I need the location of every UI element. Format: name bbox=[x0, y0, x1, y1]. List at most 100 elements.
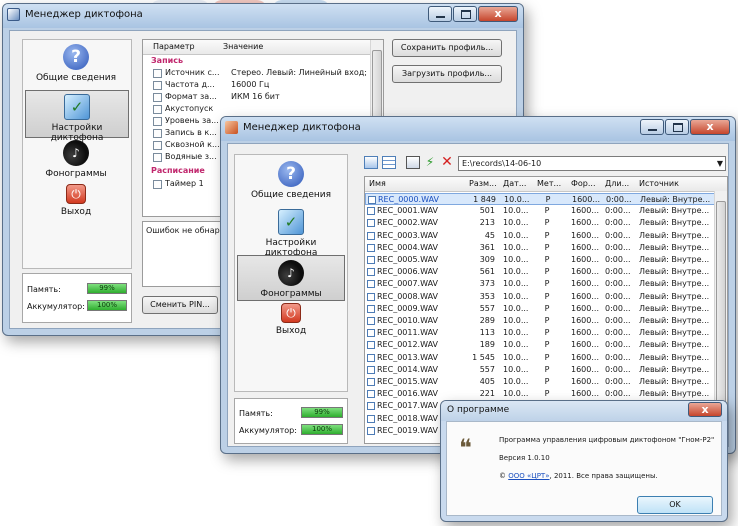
file-row[interactable]: REC_0008.WAV 353 10.0... P 1600... 0:00... Лев… bbox=[365, 291, 715, 303]
nav-general-info[interactable]: ? Общие сведения bbox=[239, 161, 343, 203]
maximize-button[interactable] bbox=[453, 6, 477, 22]
file-fmt: 1600... bbox=[571, 242, 599, 252]
title-bar[interactable]: Менеджер диктофона bbox=[3, 4, 523, 28]
ok-button[interactable]: OK bbox=[637, 496, 713, 514]
audio-file-icon bbox=[367, 219, 375, 228]
file-row[interactable]: REC_0015.WAV 405 10.0... P 1600... 0:00... Лев… bbox=[365, 376, 715, 388]
param-icon bbox=[153, 129, 162, 138]
close-button[interactable] bbox=[690, 119, 730, 135]
file-row[interactable]: REC_0012.WAV 189 10.0... P 1600... 0:00... Лев… bbox=[365, 339, 715, 351]
column-parameter[interactable]: Параметр bbox=[153, 42, 195, 51]
file-date: 10.0... bbox=[503, 303, 529, 313]
app-icon bbox=[7, 8, 20, 21]
file-fmt: 1600... bbox=[571, 377, 599, 386]
file-src: Левый: Внутре... bbox=[639, 242, 710, 252]
file-len: 0:00... bbox=[605, 279, 631, 289]
title-bar[interactable]: Менеджер диктофона bbox=[221, 117, 735, 141]
file-row[interactable]: REC_0002.WAV 213 10.0... P 1600... 0:00... Лев… bbox=[365, 217, 715, 229]
file-row[interactable]: REC_0010.WAV 289 10.0... P 1600... 0:00... Лев… bbox=[365, 315, 715, 327]
file-len: 0:00... bbox=[605, 352, 631, 362]
file-row[interactable]: REC_0007.WAV 373 10.0... P 1600... 0:00... Лев… bbox=[365, 278, 715, 290]
view-list-icon[interactable] bbox=[364, 156, 378, 169]
nav-exit[interactable]: ⏻ Выход bbox=[239, 303, 343, 339]
column-source[interactable]: Источник bbox=[639, 179, 679, 188]
file-mark: P bbox=[544, 316, 550, 325]
change-pin-button[interactable]: Сменить PIN... bbox=[142, 296, 218, 314]
app-icon bbox=[225, 121, 238, 134]
file-row[interactable]: REC_0014.WAV 557 10.0... P 1600... 0:00... Лев… bbox=[365, 364, 715, 376]
nav-label: Фонограммы bbox=[45, 169, 107, 179]
file-row[interactable]: REC_0009.WAV 557 10.0... P 1600... 0:00... Лев… bbox=[365, 303, 715, 315]
file-row[interactable]: REC_0016.WAV 221 10.0... P 1600... 0:00... Лев… bbox=[365, 388, 715, 400]
close-button[interactable] bbox=[478, 6, 518, 22]
chevron-down-icon: ▼ bbox=[716, 159, 723, 168]
file-date: 10.0... bbox=[503, 255, 529, 264]
save-file-icon[interactable] bbox=[406, 156, 420, 169]
minimize-button[interactable] bbox=[640, 119, 664, 135]
column-size[interactable]: Разм... bbox=[469, 179, 497, 188]
file-row[interactable]: REC_0004.WAV 361 10.0... P 1600... 0:00... Лев… bbox=[365, 242, 715, 254]
file-len: 0:00... bbox=[605, 340, 631, 350]
param-row[interactable]: Частота д... 16000 Гц bbox=[153, 80, 373, 91]
audio-file-icon bbox=[367, 243, 375, 252]
file-row[interactable]: REC_0006.WAV 561 10.0... P 1600... 0:00... Лев… bbox=[365, 266, 715, 278]
save-profile-button[interactable]: Сохранить профиль... bbox=[392, 39, 502, 57]
file-mark: P bbox=[545, 195, 551, 204]
param-row[interactable]: Акустопуск bbox=[153, 104, 373, 115]
minimize-button[interactable] bbox=[428, 6, 452, 22]
file-row[interactable]: REC_0003.WAV 45 10.0... P 1600... 0:00... Левы… bbox=[365, 230, 715, 242]
nav-recordings[interactable]: ♪ Фонограммы bbox=[27, 140, 125, 180]
file-src: Левый: Внутре... bbox=[639, 316, 710, 325]
file-date: 10.0... bbox=[503, 328, 529, 338]
file-len: 0:00... bbox=[605, 255, 631, 264]
column-mark[interactable]: Мет... bbox=[537, 179, 561, 188]
view-details-icon[interactable] bbox=[382, 156, 396, 169]
file-name: REC_0015.WAV bbox=[377, 377, 439, 386]
copyright-text: , 2011. Все права защищены. bbox=[549, 472, 658, 480]
nav-exit[interactable]: ⏻ Выход bbox=[27, 184, 125, 220]
file-src: Левый: Внутре... bbox=[639, 230, 710, 240]
delete-icon[interactable]: ✕ bbox=[440, 155, 454, 169]
column-value[interactable]: Значение bbox=[223, 42, 263, 51]
company-link[interactable]: ООО «ЦРТ» bbox=[508, 472, 549, 480]
info-icon: ? bbox=[63, 44, 89, 70]
file-size: 373 bbox=[479, 279, 495, 289]
file-fmt: 1600... bbox=[571, 206, 599, 216]
export-icon[interactable]: ⚡ bbox=[423, 156, 437, 169]
nav-recordings[interactable]: ♪ Фонограммы bbox=[237, 255, 345, 301]
scroll-thumb[interactable] bbox=[716, 201, 726, 403]
file-row[interactable]: REC_0001.WAV 501 10.0... P 1600... 0:00... Лев… bbox=[365, 205, 715, 217]
file-len: 0:00... bbox=[605, 206, 631, 216]
folder-path-combo[interactable]: E:\records\14-06-10 ▼ bbox=[458, 156, 726, 171]
audio-file-icon bbox=[367, 414, 375, 423]
file-name: REC_0000.WAV bbox=[378, 195, 440, 204]
maximize-button[interactable] bbox=[665, 119, 689, 135]
file-name: REC_0008.WAV bbox=[377, 291, 439, 301]
file-name: REC_0003.WAV bbox=[377, 230, 439, 240]
file-row[interactable]: REC_0011.WAV 113 10.0... P 1600... 0:00... Лев… bbox=[365, 327, 715, 339]
file-row[interactable]: REC_0005.WAV 309 10.0... P 1600... 0:00... Лев… bbox=[365, 254, 715, 266]
column-date[interactable]: Дат... bbox=[503, 179, 526, 188]
about-dialog[interactable]: О программе ❝ Программа управления цифро… bbox=[440, 400, 728, 522]
param-row[interactable]: Источник с... Стерео. Левый: Линейный вхо… bbox=[153, 68, 373, 79]
file-row[interactable]: REC_0000.WAV 1 849 10.0... P 1600... 0:00... Л… bbox=[365, 193, 715, 205]
load-profile-button[interactable]: Загрузить профиль... bbox=[392, 65, 502, 83]
file-row[interactable]: REC_0013.WAV 1 545 10.0... P 1600... 0:00... Л… bbox=[365, 352, 715, 364]
file-fmt: 1600... bbox=[571, 303, 599, 313]
audio-file-icon bbox=[367, 231, 375, 240]
close-button[interactable] bbox=[688, 402, 722, 417]
file-size: 1 545 bbox=[472, 352, 495, 362]
file-size: 309 bbox=[479, 255, 495, 264]
nav-recorder-settings[interactable]: ✓ Настройки диктофона bbox=[239, 209, 343, 258]
column-name[interactable]: Имя bbox=[369, 179, 386, 188]
file-len: 0:00... bbox=[605, 316, 631, 325]
memory-label: Память: bbox=[27, 285, 61, 294]
column-length[interactable]: Дли... bbox=[605, 179, 629, 188]
title-bar[interactable]: О программе bbox=[441, 401, 727, 421]
audio-file-icon bbox=[367, 329, 375, 338]
param-icon bbox=[153, 153, 162, 162]
nav-general-info[interactable]: ? Общие сведения bbox=[27, 44, 125, 88]
nav-recorder-settings[interactable]: ✓ Настройки диктофона bbox=[25, 90, 129, 143]
column-format[interactable]: Фор... bbox=[571, 179, 596, 188]
param-row[interactable]: Формат за... ИКМ 16 бит bbox=[153, 92, 373, 103]
